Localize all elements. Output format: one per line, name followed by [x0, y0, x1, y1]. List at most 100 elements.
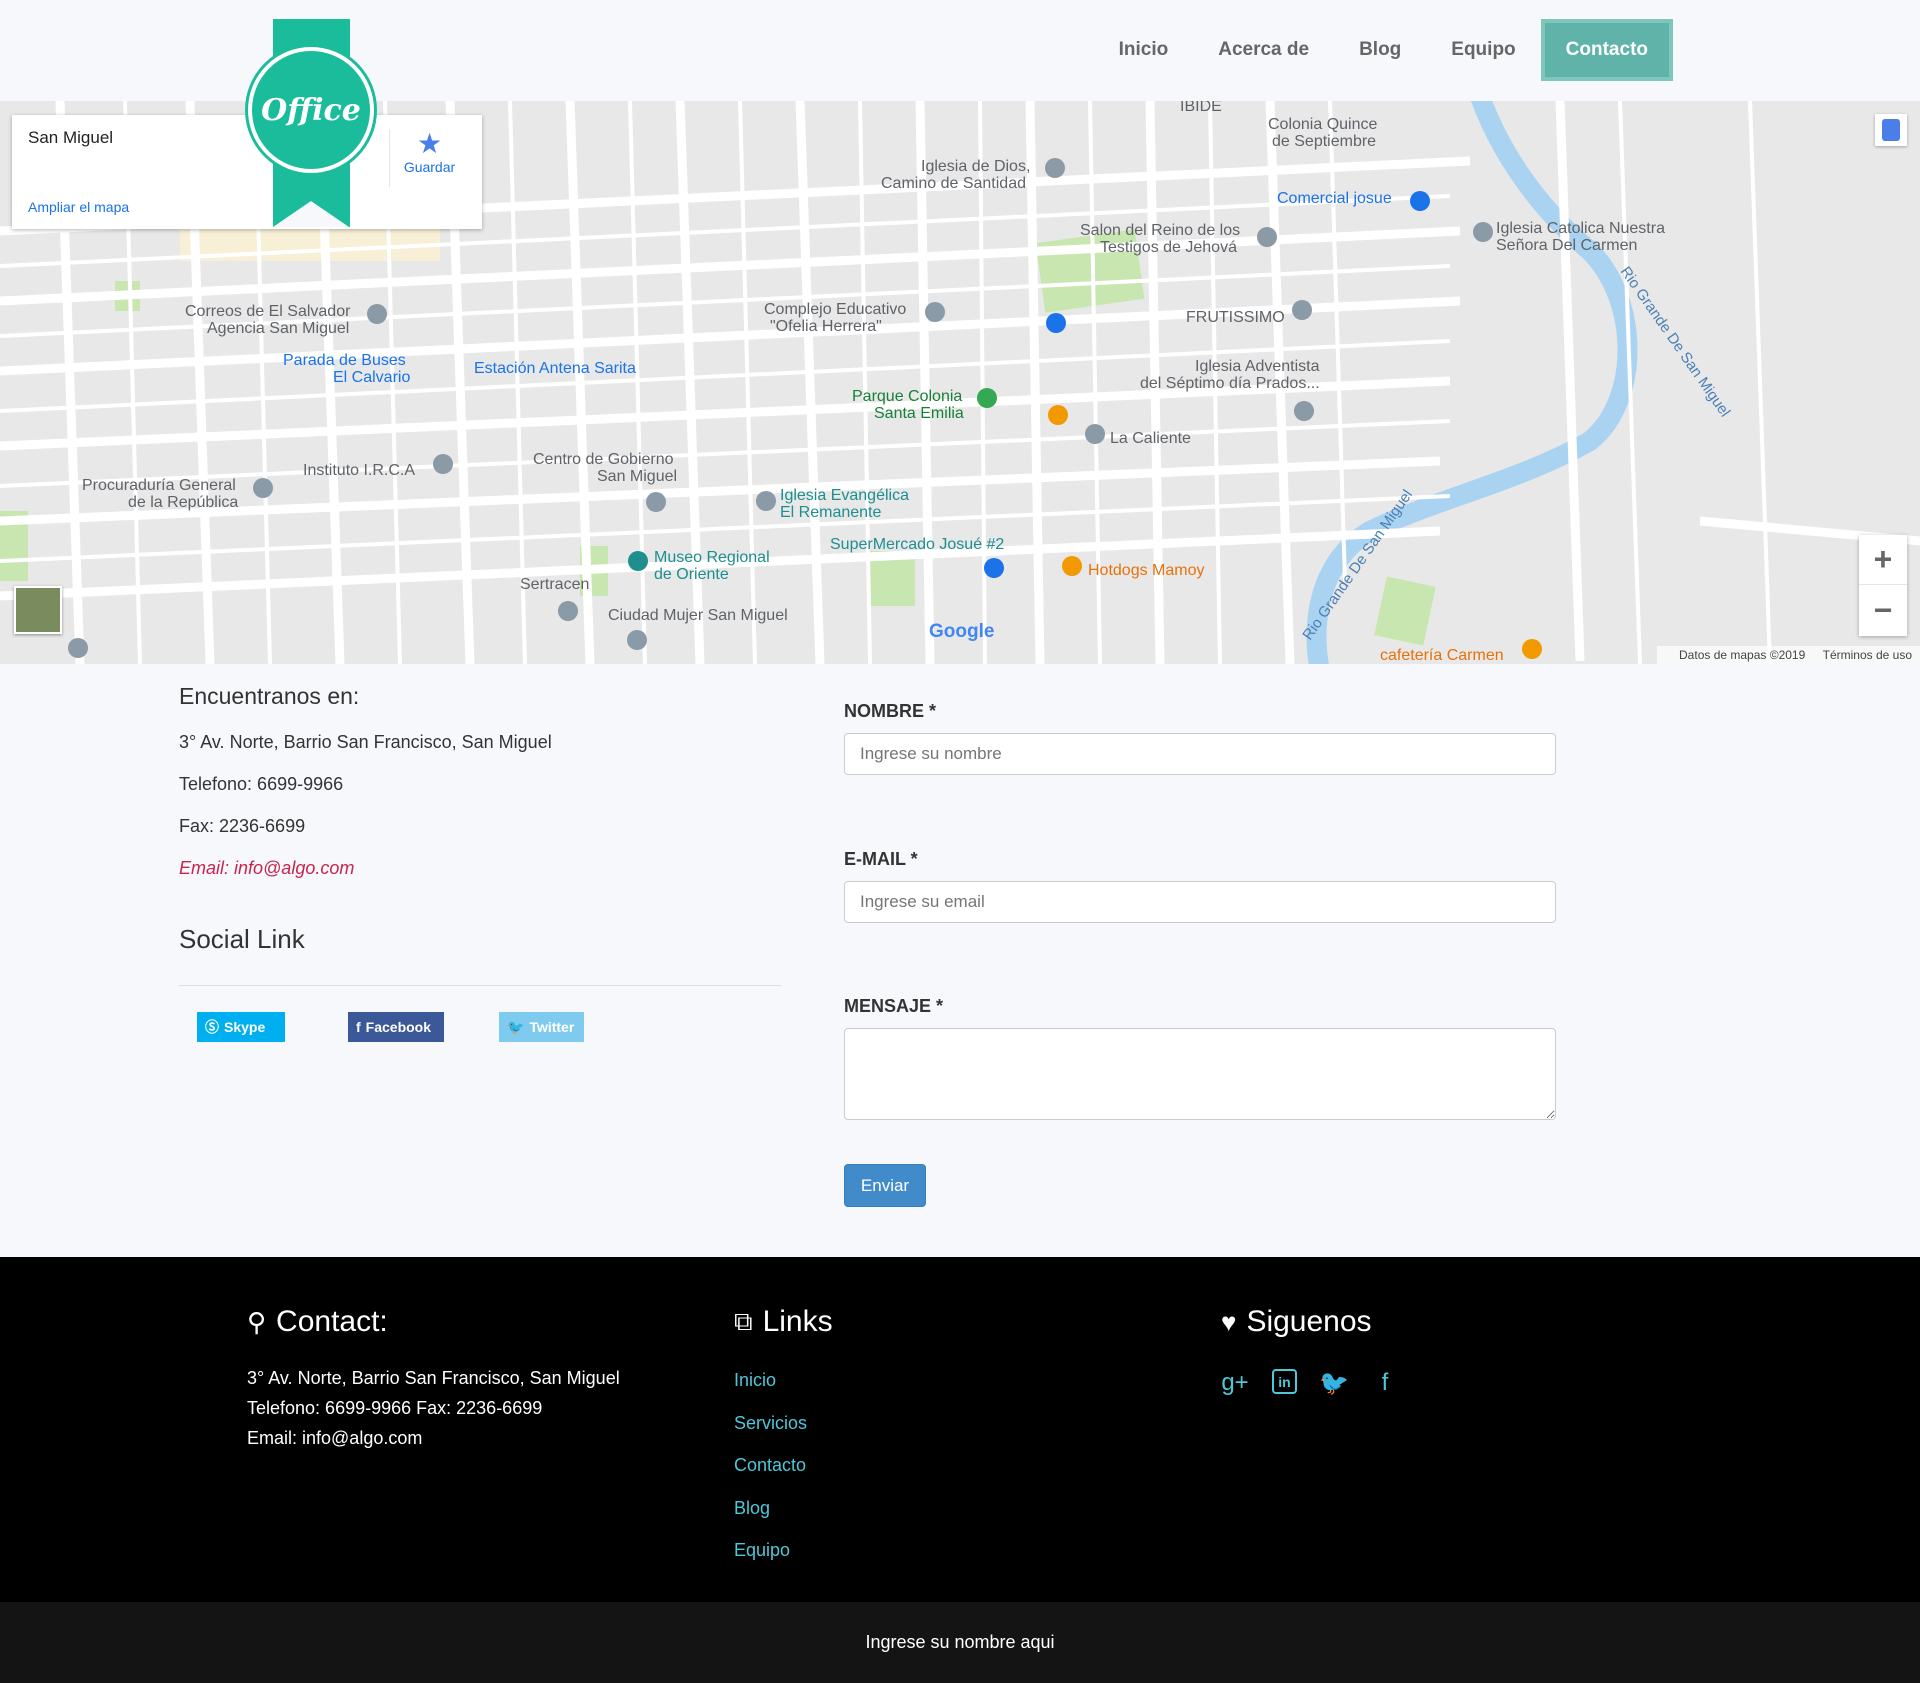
- svg-text:Iglesia Adventista: Iglesia Adventista: [1195, 358, 1320, 375]
- linkedin-icon[interactable]: in: [1272, 1369, 1297, 1394]
- google-logo: Google: [929, 621, 995, 642]
- footer-link-equipo[interactable]: Equipo: [734, 1529, 833, 1572]
- svg-text:Señora Del Carmen: Señora Del Carmen: [1496, 237, 1637, 254]
- satellite-toggle[interactable]: [14, 586, 62, 634]
- zoom-out-button[interactable]: −: [1859, 585, 1907, 635]
- info-email: Email: info@algo.com: [179, 858, 355, 878]
- skype-button[interactable]: Ⓢ Skype: [197, 1012, 285, 1042]
- svg-text:del Séptimo día Prados...: del Séptimo día Prados...: [1140, 375, 1320, 392]
- map-terms-link[interactable]: Términos de uso: [1823, 648, 1912, 662]
- svg-text:El Remanente: El Remanente: [780, 504, 881, 521]
- street-view-pegman-icon[interactable]: [1875, 114, 1907, 146]
- nav-acerca-de[interactable]: Acerca de: [1193, 19, 1334, 81]
- bottom-text: Ingrese su nombre aqui: [865, 1632, 1055, 1652]
- footer-follow-title: Siguenos: [1246, 1305, 1372, 1338]
- footer-links-title: Links: [762, 1305, 833, 1338]
- svg-text:Estación Antena Sarita: Estación Antena Sarita: [474, 360, 636, 377]
- svg-text:Museo Regional: Museo Regional: [654, 549, 770, 566]
- svg-text:Camino de Santidad: Camino de Santidad: [881, 175, 1026, 192]
- skype-label: Skype: [224, 1019, 266, 1035]
- nav-blog[interactable]: Blog: [1334, 19, 1426, 81]
- submit-button[interactable]: Enviar: [844, 1164, 926, 1207]
- svg-text:Salon del Reino de los: Salon del Reino de los: [1080, 222, 1240, 239]
- bottom-bar: Ingrese su nombre aqui: [0, 1602, 1920, 1683]
- map-data-credit: Datos de mapas ©2019: [1679, 648, 1806, 662]
- external-link-icon: ⧉: [734, 1306, 753, 1336]
- map-place-name: San Miguel: [28, 128, 114, 147]
- svg-text:de Septiembre: de Septiembre: [1272, 133, 1376, 150]
- twitter-icon: 🐦: [507, 1018, 525, 1035]
- zoom-in-button[interactable]: +: [1859, 535, 1907, 585]
- svg-text:Agencia San Miguel: Agencia San Miguel: [207, 320, 349, 337]
- footer-link-servicios[interactable]: Servicios: [734, 1402, 833, 1445]
- svg-text:Procuraduría General: Procuraduría General: [82, 477, 236, 494]
- svg-text:Correos de El Salvador: Correos de El Salvador: [185, 303, 351, 320]
- footer-link-inicio[interactable]: Inicio: [734, 1359, 833, 1402]
- save-button[interactable]: ★ Guardar: [389, 129, 469, 187]
- info-address: 3° Av. Norte, Barrio San Francisco, San …: [179, 732, 552, 752]
- svg-text:Instituto I.R.C.A: Instituto I.R.C.A: [303, 462, 415, 479]
- enlarge-map-link[interactable]: Ampliar el mapa: [28, 199, 129, 215]
- facebook-button[interactable]: f Facebook: [348, 1012, 444, 1042]
- logo-badge[interactable]: Office: [248, 47, 374, 173]
- svg-text:Iglesia de Dios,: Iglesia de Dios,: [921, 158, 1030, 175]
- svg-text:Hotdogs Mamoy: Hotdogs Mamoy: [1088, 562, 1205, 579]
- svg-text:Sertracen: Sertracen: [520, 576, 589, 593]
- heart-icon: ♥: [1221, 1306, 1237, 1337]
- message-textarea[interactable]: [844, 1028, 1556, 1120]
- nav-inicio[interactable]: Inicio: [1094, 19, 1194, 81]
- star-icon: ★: [416, 128, 443, 159]
- email-label: E-MAIL *: [844, 849, 918, 869]
- svg-text:cafetería Carmen: cafetería Carmen: [1380, 647, 1504, 664]
- svg-text:Colonia Quince: Colonia Quince: [1268, 116, 1378, 133]
- svg-text:FRUTISSIMO: FRUTISSIMO: [1186, 309, 1285, 326]
- logo-text: Office: [261, 92, 361, 128]
- svg-text:El Calvario: El Calvario: [333, 369, 410, 386]
- email-input[interactable]: [844, 881, 1556, 923]
- twitter-icon[interactable]: 🐦: [1319, 1369, 1349, 1397]
- google-plus-icon[interactable]: g+: [1221, 1369, 1249, 1397]
- nav-equipo[interactable]: Equipo: [1426, 19, 1540, 81]
- svg-text:Iglesia Catolica Nuestra: Iglesia Catolica Nuestra: [1496, 220, 1665, 237]
- footer-follow: ♥ Siguenos g+ in 🐦 f: [1221, 1305, 1422, 1397]
- svg-text:SuperMercado Josué #2: SuperMercado Josué #2: [830, 536, 1004, 553]
- twitter-label: Twitter: [529, 1019, 575, 1035]
- svg-text:Parque Colonia: Parque Colonia: [852, 388, 962, 405]
- contact-info: Encuentranos en: 3° Av. Norte, Barrio Sa…: [179, 683, 781, 1046]
- social-buttons: Ⓢ Skype f Facebook 🐦 Twitter: [179, 986, 781, 1046]
- svg-text:"Ofelia Herrera": "Ofelia Herrera": [770, 318, 882, 335]
- svg-text:Centro de Gobierno: Centro de Gobierno: [533, 451, 674, 468]
- footer-link-contacto[interactable]: Contacto: [734, 1444, 833, 1487]
- svg-text:San Miguel: San Miguel: [597, 468, 677, 485]
- skype-icon: Ⓢ: [205, 1019, 219, 1035]
- map-footer: Datos de mapas ©2019 Términos de uso: [1657, 646, 1920, 664]
- footer: ⚲ Contact: 3° Av. Norte, Barrio San Franc…: [0, 1257, 1920, 1602]
- svg-text:Ciudad Mujer San Miguel: Ciudad Mujer San Miguel: [608, 607, 788, 624]
- svg-text:Parada de Buses: Parada de Buses: [283, 352, 406, 369]
- message-label: MENSAJE *: [844, 996, 944, 1016]
- name-input[interactable]: [844, 733, 1556, 775]
- footer-link-blog[interactable]: Blog: [734, 1487, 833, 1530]
- save-label: Guardar: [403, 159, 456, 175]
- footer-email: Email: info@algo.com: [247, 1428, 423, 1448]
- facebook-icon[interactable]: f: [1371, 1369, 1399, 1397]
- footer-address: 3° Av. Norte, Barrio San Francisco, San …: [247, 1368, 620, 1388]
- svg-text:Complejo Educativo: Complejo Educativo: [764, 301, 906, 318]
- svg-text:Comercial josue: Comercial josue: [1277, 190, 1392, 207]
- footer-links: ⧉ Links Inicio Servicios Contacto Blog Eq…: [734, 1305, 833, 1572]
- map-place-card: San Miguel Ampliar el mapa ★ Guardar: [12, 115, 482, 229]
- zoom-controls: + −: [1859, 535, 1907, 636]
- svg-text:IBIDE: IBIDE: [1180, 101, 1222, 115]
- facebook-icon: f: [356, 1019, 361, 1035]
- map-marker-icon: ⚲: [247, 1306, 267, 1337]
- svg-text:de la República: de la República: [128, 494, 238, 511]
- nav-contacto[interactable]: Contacto: [1540, 19, 1673, 81]
- name-label: NOMBRE *: [844, 701, 937, 721]
- facebook-label: Facebook: [365, 1019, 432, 1035]
- footer-phone-fax: Telefono: 6699-9966 Fax: 2236-6699: [247, 1398, 543, 1418]
- main-nav: Inicio Acerca de Blog Equipo Contacto: [1094, 19, 1673, 81]
- svg-text:Iglesia Evangélica: Iglesia Evangélica: [780, 487, 909, 504]
- twitter-button[interactable]: 🐦 Twitter: [499, 1012, 584, 1042]
- info-fax: Fax: 2236-6699: [179, 816, 306, 836]
- svg-text:Santa Emilia: Santa Emilia: [874, 405, 964, 422]
